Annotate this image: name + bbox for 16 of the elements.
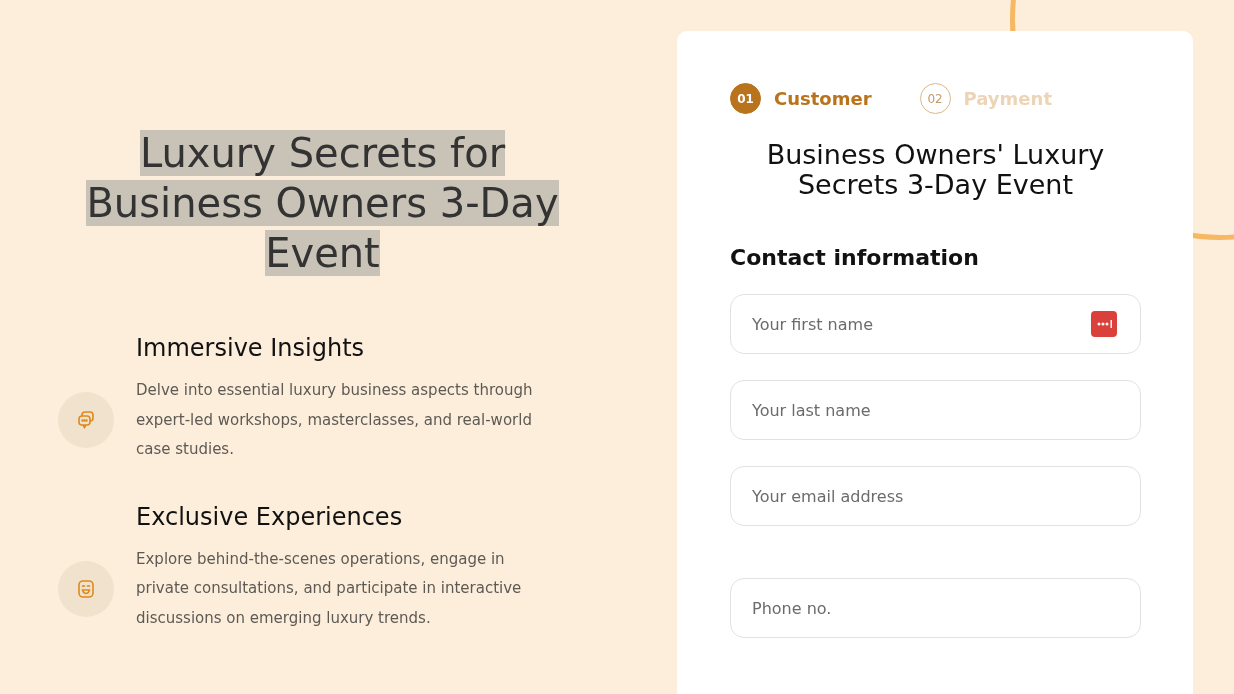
feature-description: Delve into essential luxury business aspects through expert-led workshops, masterclasses, and real-world case studies. <box>136 380 534 460</box>
chat-bubbles-icon <box>76 410 96 431</box>
password-manager-icon[interactable] <box>1091 311 1117 337</box>
feature-title: Exclusive Experiences <box>136 502 404 531</box>
section-heading: Contact information <box>730 245 980 270</box>
input-field[interactable]: Your email address <box>730 466 1141 526</box>
input-field[interactable]: Your first name <box>730 294 1141 354</box>
event-title: Business Owners' Luxury Secrets 3-Day Event <box>765 140 1106 200</box>
hero-title: Luxury Secrets for Business Owners 3-Day Event <box>85 129 560 278</box>
step-label[interactable]: Customer <box>774 88 872 109</box>
feature-title: Immersive Insights <box>136 334 366 362</box>
input-field[interactable]: Your last name <box>730 380 1141 440</box>
step-number-badge: 01 <box>730 83 761 114</box>
smiling-face-icon <box>76 578 96 599</box>
feature-description: Explore behind-the-scenes operations, engage in private consultations, and participate in interactive discussions on emerging luxury trends. <box>136 548 523 629</box>
input-field[interactable]: Phone no. <box>730 578 1141 638</box>
